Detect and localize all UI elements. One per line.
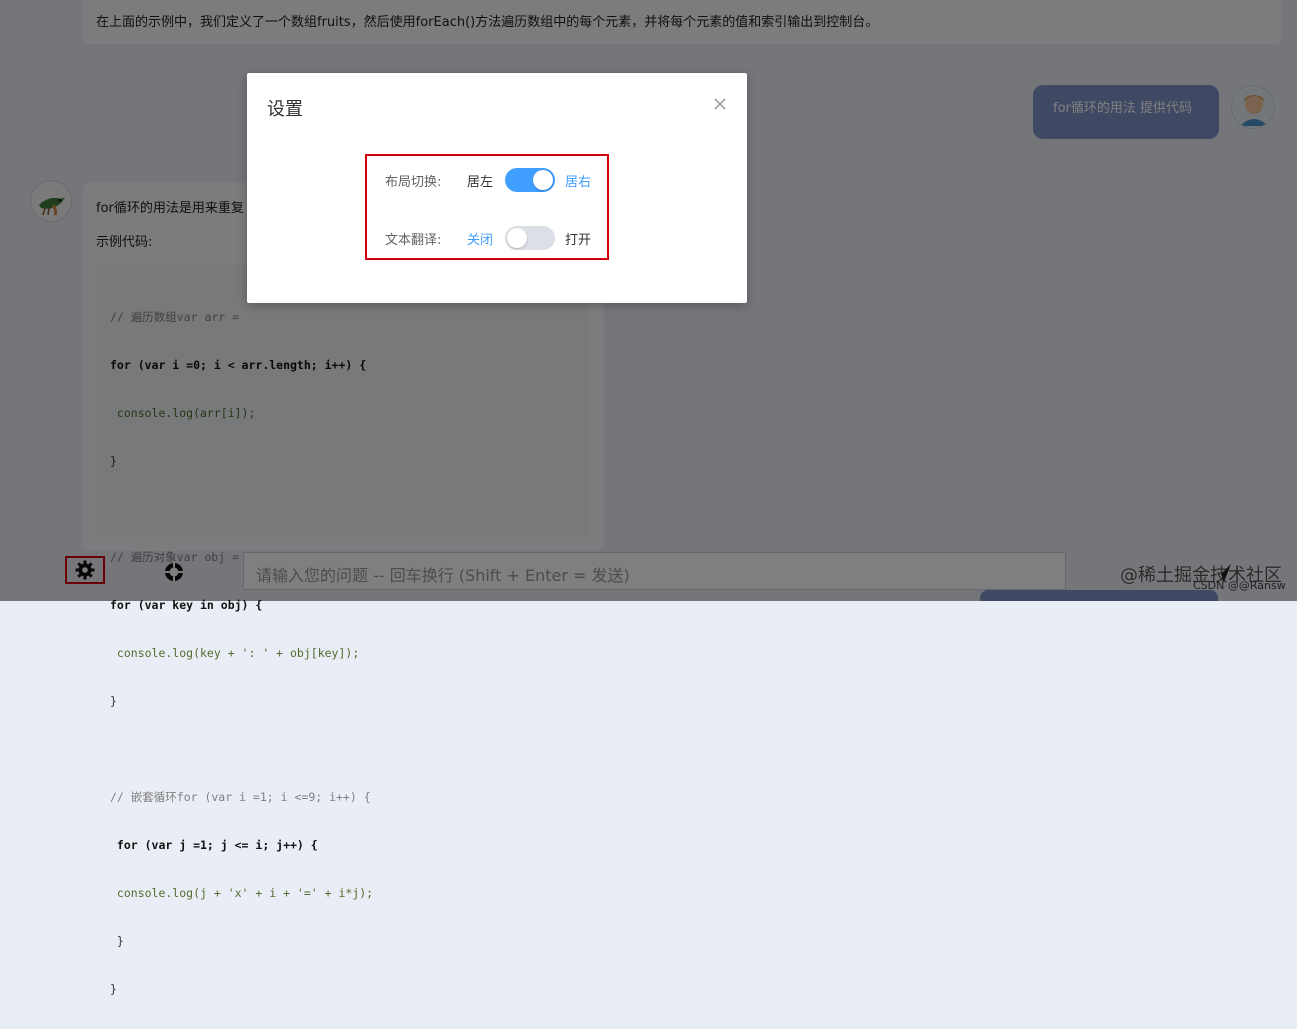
layout-setting-row: 布局切换: 居左 居右 [367, 168, 607, 192]
chat-page: 在上面的示例中，我们定义了一个数组fruits，然后使用forEach()方法遍… [0, 0, 1297, 996]
translate-right-option[interactable]: 打开 [565, 229, 591, 248]
close-icon [714, 98, 726, 110]
layout-switch-knob [533, 170, 553, 190]
code-line: // 嵌套循环for (var i =1; i <=9; i++) { [110, 790, 371, 804]
translate-setting-row: 文本翻译: 关闭 打开 [367, 226, 607, 250]
dialog-title: 设置 [267, 99, 303, 120]
translate-label: 文本翻译: [385, 232, 442, 248]
translate-switch-knob [507, 228, 527, 248]
settings-dialog: 设置 布局切换: 居左 居右 文本翻译: 关闭 打开 [247, 73, 747, 303]
settings-options-box: 布局切换: 居左 居右 文本翻译: 关闭 打开 [365, 154, 609, 260]
translate-left-option[interactable]: 关闭 [467, 229, 493, 248]
translate-switch[interactable] [505, 226, 555, 250]
layout-right-option[interactable]: 居右 [565, 171, 591, 190]
code-line: for (var j =1; j <= i; j++) { [110, 838, 318, 852]
layout-label: 布局切换: [385, 174, 442, 190]
code-line: } [110, 982, 117, 996]
layout-switch[interactable] [505, 168, 555, 192]
code-line: } [110, 694, 117, 708]
layout-left-option[interactable]: 居左 [467, 171, 493, 190]
close-button[interactable] [711, 95, 729, 113]
code-line: console.log(key + ': ' + obj[key]); [110, 646, 360, 660]
code-line: } [110, 934, 124, 948]
code-line: console.log(j + 'x' + i + '=' + i*j); [110, 886, 374, 900]
